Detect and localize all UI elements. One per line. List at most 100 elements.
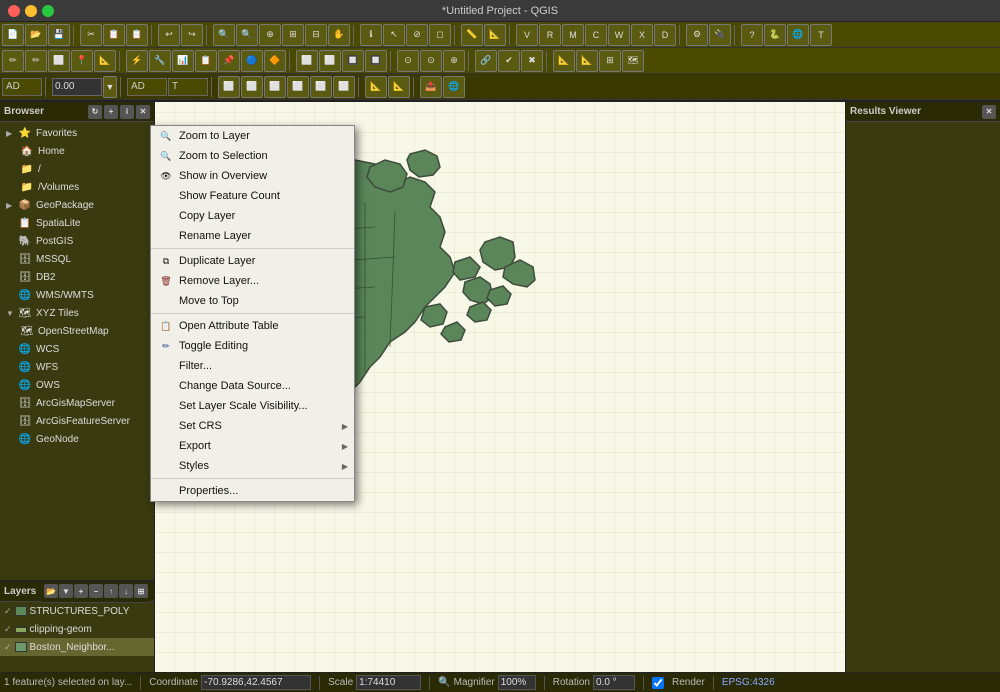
browser-info-icon[interactable]: i xyxy=(120,105,134,119)
browser-db2[interactable]: 🗄 DB2 xyxy=(0,268,154,286)
browser-wmswmts[interactable]: 🌐 WMS/WMTS xyxy=(0,286,154,304)
tb-plugins[interactable]: 🔌 xyxy=(709,24,731,46)
tb-zoom-sel[interactable]: ⊟ xyxy=(305,24,327,46)
tb-select[interactable]: ↖ xyxy=(383,24,405,46)
browser-close-icon[interactable]: ✕ xyxy=(136,105,150,119)
tb-copy[interactable]: 📋 xyxy=(103,24,125,46)
cm-show-feature-count[interactable]: Show Feature Count xyxy=(151,186,354,206)
browser-xyztiles[interactable]: ▼ 🗺 XYZ Tiles xyxy=(0,304,154,322)
browser-favorites[interactable]: ▶ ⭐ Favorites xyxy=(0,124,154,142)
layer-open-icon[interactable]: 📂 xyxy=(44,584,58,598)
browser-wcs[interactable]: 🌐 WCS xyxy=(0,340,154,358)
tb2-5[interactable]: 📐 xyxy=(94,50,116,72)
tb2-9[interactable]: 📋 xyxy=(195,50,217,72)
browser-mssql[interactable]: 🗄 MSSQL xyxy=(0,250,154,268)
tb-cut[interactable]: ✂ xyxy=(80,24,102,46)
browser-geopackage[interactable]: ▶ 📦 GeoPackage xyxy=(0,196,154,214)
browser-root[interactable]: 📁 / xyxy=(0,160,154,178)
tb-zoom-layer[interactable]: ⊞ xyxy=(282,24,304,46)
tb-add-mesh[interactable]: M xyxy=(562,24,584,46)
cm-zoom-to-selection[interactable]: 🔍 Zoom to Selection xyxy=(151,146,354,166)
scale-input[interactable] xyxy=(52,78,102,96)
layer-remove-icon[interactable]: − xyxy=(89,584,103,598)
browser-arcgismap[interactable]: 🗄 ArcGisMapServer xyxy=(0,394,154,412)
close-button[interactable] xyxy=(8,5,20,17)
tb2-23[interactable]: 📐 xyxy=(576,50,598,72)
browser-home[interactable]: 🏠 Home xyxy=(0,142,154,160)
tb2-20[interactable]: ✔ xyxy=(498,50,520,72)
layer-add-icon[interactable]: + xyxy=(74,584,88,598)
layer-clipping[interactable]: ✓ clipping-geom xyxy=(0,620,154,638)
coordinate-input[interactable] xyxy=(201,675,311,690)
magnifier-input[interactable] xyxy=(498,675,536,690)
cm-properties[interactable]: Properties... xyxy=(151,481,354,501)
browser-ows[interactable]: 🌐 OWS xyxy=(0,376,154,394)
cm-styles[interactable]: Styles xyxy=(151,456,354,476)
browser-refresh-icon[interactable]: ↻ xyxy=(88,105,102,119)
tb-add-xyz[interactable]: X xyxy=(631,24,653,46)
tb-network[interactable]: 🌐 xyxy=(787,24,809,46)
browser-spatialite[interactable]: 📋 SpatiaLite xyxy=(0,214,154,232)
tb2-14[interactable]: ⬜ xyxy=(319,50,341,72)
tb2-22[interactable]: 📐 xyxy=(553,50,575,72)
browser-postgis[interactable]: 🐘 PostGIS xyxy=(0,232,154,250)
tb3-4[interactable]: ⬜ xyxy=(264,76,286,98)
tb-text[interactable]: T xyxy=(810,24,832,46)
tb-add-csv[interactable]: C xyxy=(585,24,607,46)
tb-select-all[interactable]: ◻ xyxy=(429,24,451,46)
tb-processing[interactable]: ⚙ xyxy=(686,24,708,46)
tb2-15[interactable]: 🔲 xyxy=(342,50,364,72)
tb3-7[interactable]: ⬜ xyxy=(333,76,355,98)
layer-filter-icon[interactable]: ▼ xyxy=(59,584,73,598)
layer-down-icon[interactable]: ↓ xyxy=(119,584,133,598)
tb-add-wms[interactable]: W xyxy=(608,24,630,46)
cm-remove-layer[interactable]: 🗑 Remove Layer... xyxy=(151,271,354,291)
tb-pan[interactable]: ✋ xyxy=(328,24,350,46)
tb2-25[interactable]: 🗺 xyxy=(622,50,644,72)
tb-deselect[interactable]: ⊘ xyxy=(406,24,428,46)
structures-check[interactable]: ✓ xyxy=(4,606,12,617)
tb2-1[interactable]: ✏ xyxy=(2,50,24,72)
tb3-5[interactable]: ⬜ xyxy=(287,76,309,98)
tb2-18[interactable]: ⊙ xyxy=(420,50,442,72)
layer-up-icon[interactable]: ↑ xyxy=(104,584,118,598)
tb-save[interactable]: 💾 xyxy=(48,24,70,46)
tb-new[interactable]: 📄 xyxy=(2,24,24,46)
tb-paste[interactable]: 📋 xyxy=(126,24,148,46)
minimize-button[interactable] xyxy=(25,5,37,17)
tb3-9[interactable]: 📐 xyxy=(388,76,410,98)
layer-group-icon[interactable]: ⊞ xyxy=(134,584,148,598)
tb3-10[interactable]: 📤 xyxy=(420,76,442,98)
tb-zoom-full[interactable]: ⊕ xyxy=(259,24,281,46)
tb-zoom-out[interactable]: 🔍 xyxy=(236,24,258,46)
tb2-24[interactable]: ⊞ xyxy=(599,50,621,72)
browser-volumes[interactable]: 📁 /Volumes xyxy=(0,178,154,196)
render-checkbox[interactable] xyxy=(652,677,664,689)
cm-zoom-to-layer[interactable]: 🔍 Zoom to Layer xyxy=(151,126,354,146)
tb3-11[interactable]: 🌐 xyxy=(443,76,465,98)
tb2-3[interactable]: ⬜ xyxy=(48,50,70,72)
tb2-12[interactable]: 🔶 xyxy=(264,50,286,72)
tb3-8[interactable]: 📐 xyxy=(365,76,387,98)
cm-show-overview[interactable]: 👁 Show in Overview xyxy=(151,166,354,186)
tb3-6[interactable]: ⬜ xyxy=(310,76,332,98)
cm-rename-layer[interactable]: Rename Layer xyxy=(151,226,354,246)
tb2-2[interactable]: ✏ xyxy=(25,50,47,72)
tb-help[interactable]: ? xyxy=(741,24,763,46)
tb2-10[interactable]: 📌 xyxy=(218,50,240,72)
tb2-13[interactable]: ⬜ xyxy=(296,50,318,72)
tb-undo[interactable]: ↩ xyxy=(158,24,180,46)
tb2-11[interactable]: 🔵 xyxy=(241,50,263,72)
layer-structures[interactable]: ✓ STRUCTURES_POLY xyxy=(0,602,154,620)
results-close-icon[interactable]: ✕ xyxy=(982,105,996,119)
maximize-button[interactable] xyxy=(42,5,54,17)
tb-python[interactable]: 🐍 xyxy=(764,24,786,46)
cm-copy-layer[interactable]: Copy Layer xyxy=(151,206,354,226)
clipping-check[interactable]: ✓ xyxy=(4,624,12,635)
tb2-4[interactable]: 📍 xyxy=(71,50,93,72)
cm-open-attr-table[interactable]: 📋 Open Attribute Table xyxy=(151,316,354,336)
layer-boston[interactable]: ✓ Boston_Neighbor... xyxy=(0,638,154,656)
cm-set-crs[interactable]: Set CRS xyxy=(151,416,354,436)
cm-export[interactable]: Export xyxy=(151,436,354,456)
tb3-2[interactable]: ⬜ xyxy=(218,76,240,98)
